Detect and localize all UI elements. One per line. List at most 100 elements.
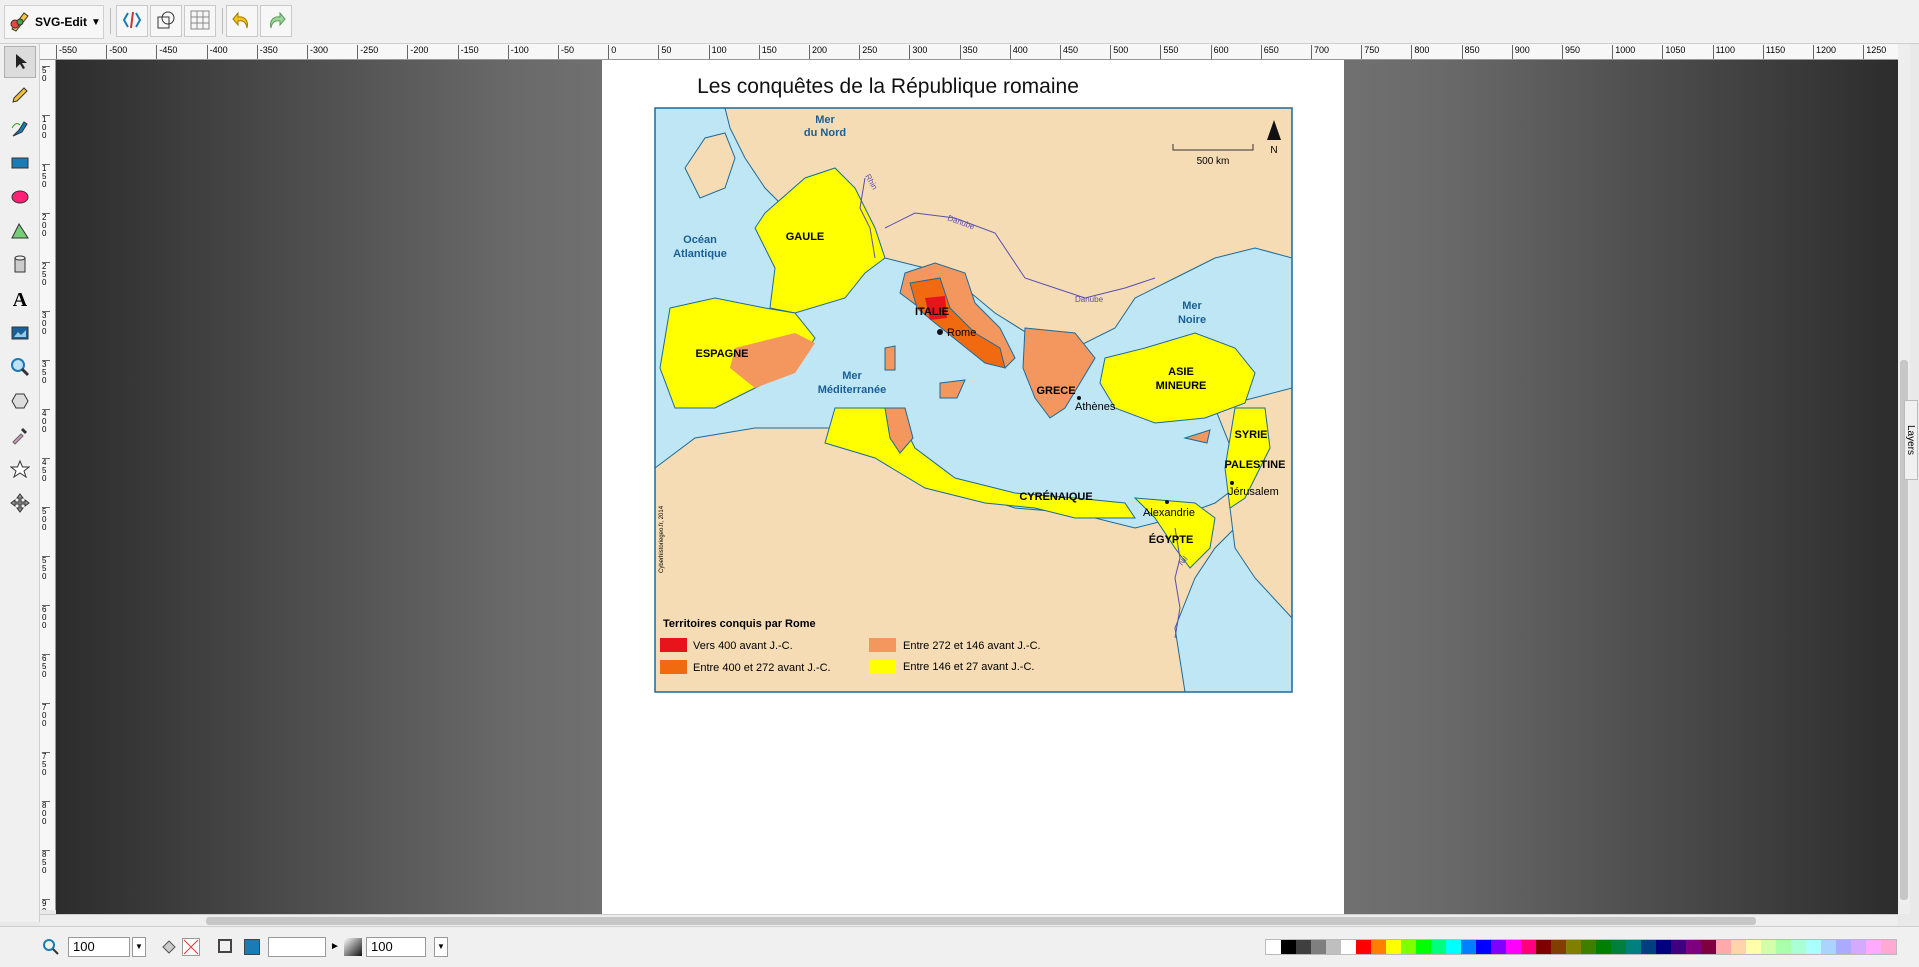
palette-swatch[interactable]	[1566, 940, 1581, 954]
palette-swatch[interactable]	[1626, 940, 1641, 954]
palette-swatch[interactable]	[1446, 940, 1461, 954]
grid-icon	[189, 9, 211, 34]
no-fill-swatch[interactable]	[182, 938, 200, 956]
left-toolbar: A	[0, 44, 40, 922]
color-palette[interactable]	[1265, 939, 1897, 955]
redo-button[interactable]	[260, 5, 292, 37]
palette-swatch[interactable]	[1371, 940, 1386, 954]
canvas-area[interactable]: Les conquêtes de la République romaine M…	[56, 60, 1898, 914]
palette-swatch[interactable]	[1791, 940, 1806, 954]
ruler-tick-label: -500	[106, 45, 127, 59]
palette-swatch[interactable]	[1611, 940, 1626, 954]
palette-swatch[interactable]	[1401, 940, 1416, 954]
palette-swatch[interactable]	[1866, 940, 1881, 954]
map-title[interactable]: Les conquêtes de la République romaine	[697, 75, 1079, 98]
palette-swatch[interactable]	[1656, 940, 1671, 954]
palette-swatch[interactable]	[1821, 940, 1836, 954]
palette-swatch[interactable]	[1671, 940, 1686, 954]
svg-document-page[interactable]: Les conquêtes de la République romaine M…	[602, 60, 1344, 914]
stroke-style-icon[interactable]	[218, 939, 232, 953]
palette-swatch[interactable]	[1836, 940, 1851, 954]
palette-swatch[interactable]	[1806, 940, 1821, 954]
stroke-width-input[interactable]	[268, 937, 326, 957]
palette-swatch[interactable]	[1461, 940, 1476, 954]
palette-swatch[interactable]	[1341, 940, 1356, 954]
palette-swatch[interactable]	[1716, 940, 1731, 954]
ruler-tick-label: 400	[1009, 45, 1028, 59]
region-cyrenaique: CYRÉNAIQUE	[1019, 490, 1092, 503]
ruler-tick-label: 150	[42, 164, 50, 189]
palette-swatch[interactable]	[1776, 940, 1791, 954]
text-icon: A	[12, 288, 28, 311]
palette-swatch[interactable]	[1536, 940, 1551, 954]
palette-swatch[interactable]	[1596, 940, 1611, 954]
region-espagne: ESPAGNE	[696, 348, 749, 360]
palette-swatch[interactable]	[1356, 940, 1371, 954]
palette-swatch[interactable]	[1746, 940, 1761, 954]
palette-swatch[interactable]	[1386, 940, 1401, 954]
sea-label-ocean-1: Océan	[683, 234, 717, 246]
app-menu-button[interactable]: SVG-Edit ▼	[4, 5, 104, 39]
palette-swatch[interactable]	[1551, 940, 1566, 954]
palette-swatch[interactable]	[1476, 940, 1491, 954]
legend-title: Territoires conquis par Rome	[663, 618, 816, 630]
zoom-dropdown-button[interactable]: ▼	[132, 937, 146, 957]
palette-swatch[interactable]	[1851, 940, 1866, 954]
palette-swatch[interactable]	[1416, 940, 1431, 954]
legend-label-400-272: Entre 400 et 272 avant J.-C.	[693, 662, 831, 674]
wireframe-button[interactable]	[150, 5, 182, 37]
layers-panel-toggle[interactable]: Layers	[1904, 400, 1918, 480]
palette-swatch[interactable]	[1431, 940, 1446, 954]
palette-swatch[interactable]	[1281, 940, 1296, 954]
map-drawing[interactable]: Les conquêtes de la République romaine M…	[602, 60, 1344, 914]
palette-swatch[interactable]	[1266, 940, 1281, 954]
arrow-right-icon: ►	[330, 941, 340, 952]
source-button[interactable]	[116, 5, 148, 37]
palette-swatch[interactable]	[1881, 940, 1896, 954]
cylinder-icon	[10, 255, 30, 278]
polygon-tool[interactable]	[4, 216, 36, 248]
zoom-input[interactable]: 100	[68, 937, 130, 957]
ruler-tick-label: 800	[42, 801, 50, 826]
ellipse-tool[interactable]	[4, 182, 36, 214]
paint-bucket-icon[interactable]	[160, 938, 178, 959]
palette-swatch[interactable]	[1326, 940, 1341, 954]
eyedropper-tool[interactable]	[4, 420, 36, 452]
palette-swatch[interactable]	[1701, 940, 1716, 954]
star-tool[interactable]	[4, 454, 36, 486]
zoom-tool[interactable]	[4, 352, 36, 384]
star-icon	[9, 459, 31, 482]
horizontal-scrollbar[interactable]	[40, 914, 1898, 926]
grid-button[interactable]	[184, 5, 216, 37]
legend-swatch-146-27	[869, 660, 896, 674]
horizontal-scroll-thumb[interactable]	[206, 917, 1756, 925]
palette-swatch[interactable]	[1311, 940, 1326, 954]
polygon-shape-tool[interactable]	[4, 386, 36, 418]
palette-swatch[interactable]	[1581, 940, 1596, 954]
rect-tool[interactable]	[4, 148, 36, 180]
fill-color-swatch[interactable]	[244, 939, 260, 955]
palette-swatch[interactable]	[1506, 940, 1521, 954]
image-tool[interactable]	[4, 318, 36, 350]
opacity-input[interactable]: 100	[366, 937, 426, 957]
pencil-tool[interactable]	[4, 80, 36, 112]
palette-swatch[interactable]	[1731, 940, 1746, 954]
path-tool[interactable]	[4, 114, 36, 146]
palette-swatch[interactable]	[1641, 940, 1656, 954]
select-tool[interactable]	[4, 46, 36, 78]
pan-tool[interactable]	[4, 488, 36, 520]
palette-swatch[interactable]	[1761, 940, 1776, 954]
ruler-tick-label: 1250	[1863, 45, 1886, 59]
shape-library-tool[interactable]	[4, 250, 36, 282]
palette-swatch[interactable]	[1491, 940, 1506, 954]
palette-swatch[interactable]	[1296, 940, 1311, 954]
sea-label-med-1: Mer	[842, 370, 862, 382]
ruler-tick-label: 100	[42, 115, 50, 140]
undo-button[interactable]	[226, 5, 258, 37]
palette-swatch[interactable]	[1521, 940, 1536, 954]
text-tool[interactable]: A	[4, 284, 36, 316]
opacity-dropdown-button[interactable]: ▼	[434, 937, 448, 957]
ruler-tick-label: 1100	[1712, 45, 1735, 59]
palette-swatch[interactable]	[1686, 940, 1701, 954]
ruler-tick-label: 1000	[1612, 45, 1635, 59]
